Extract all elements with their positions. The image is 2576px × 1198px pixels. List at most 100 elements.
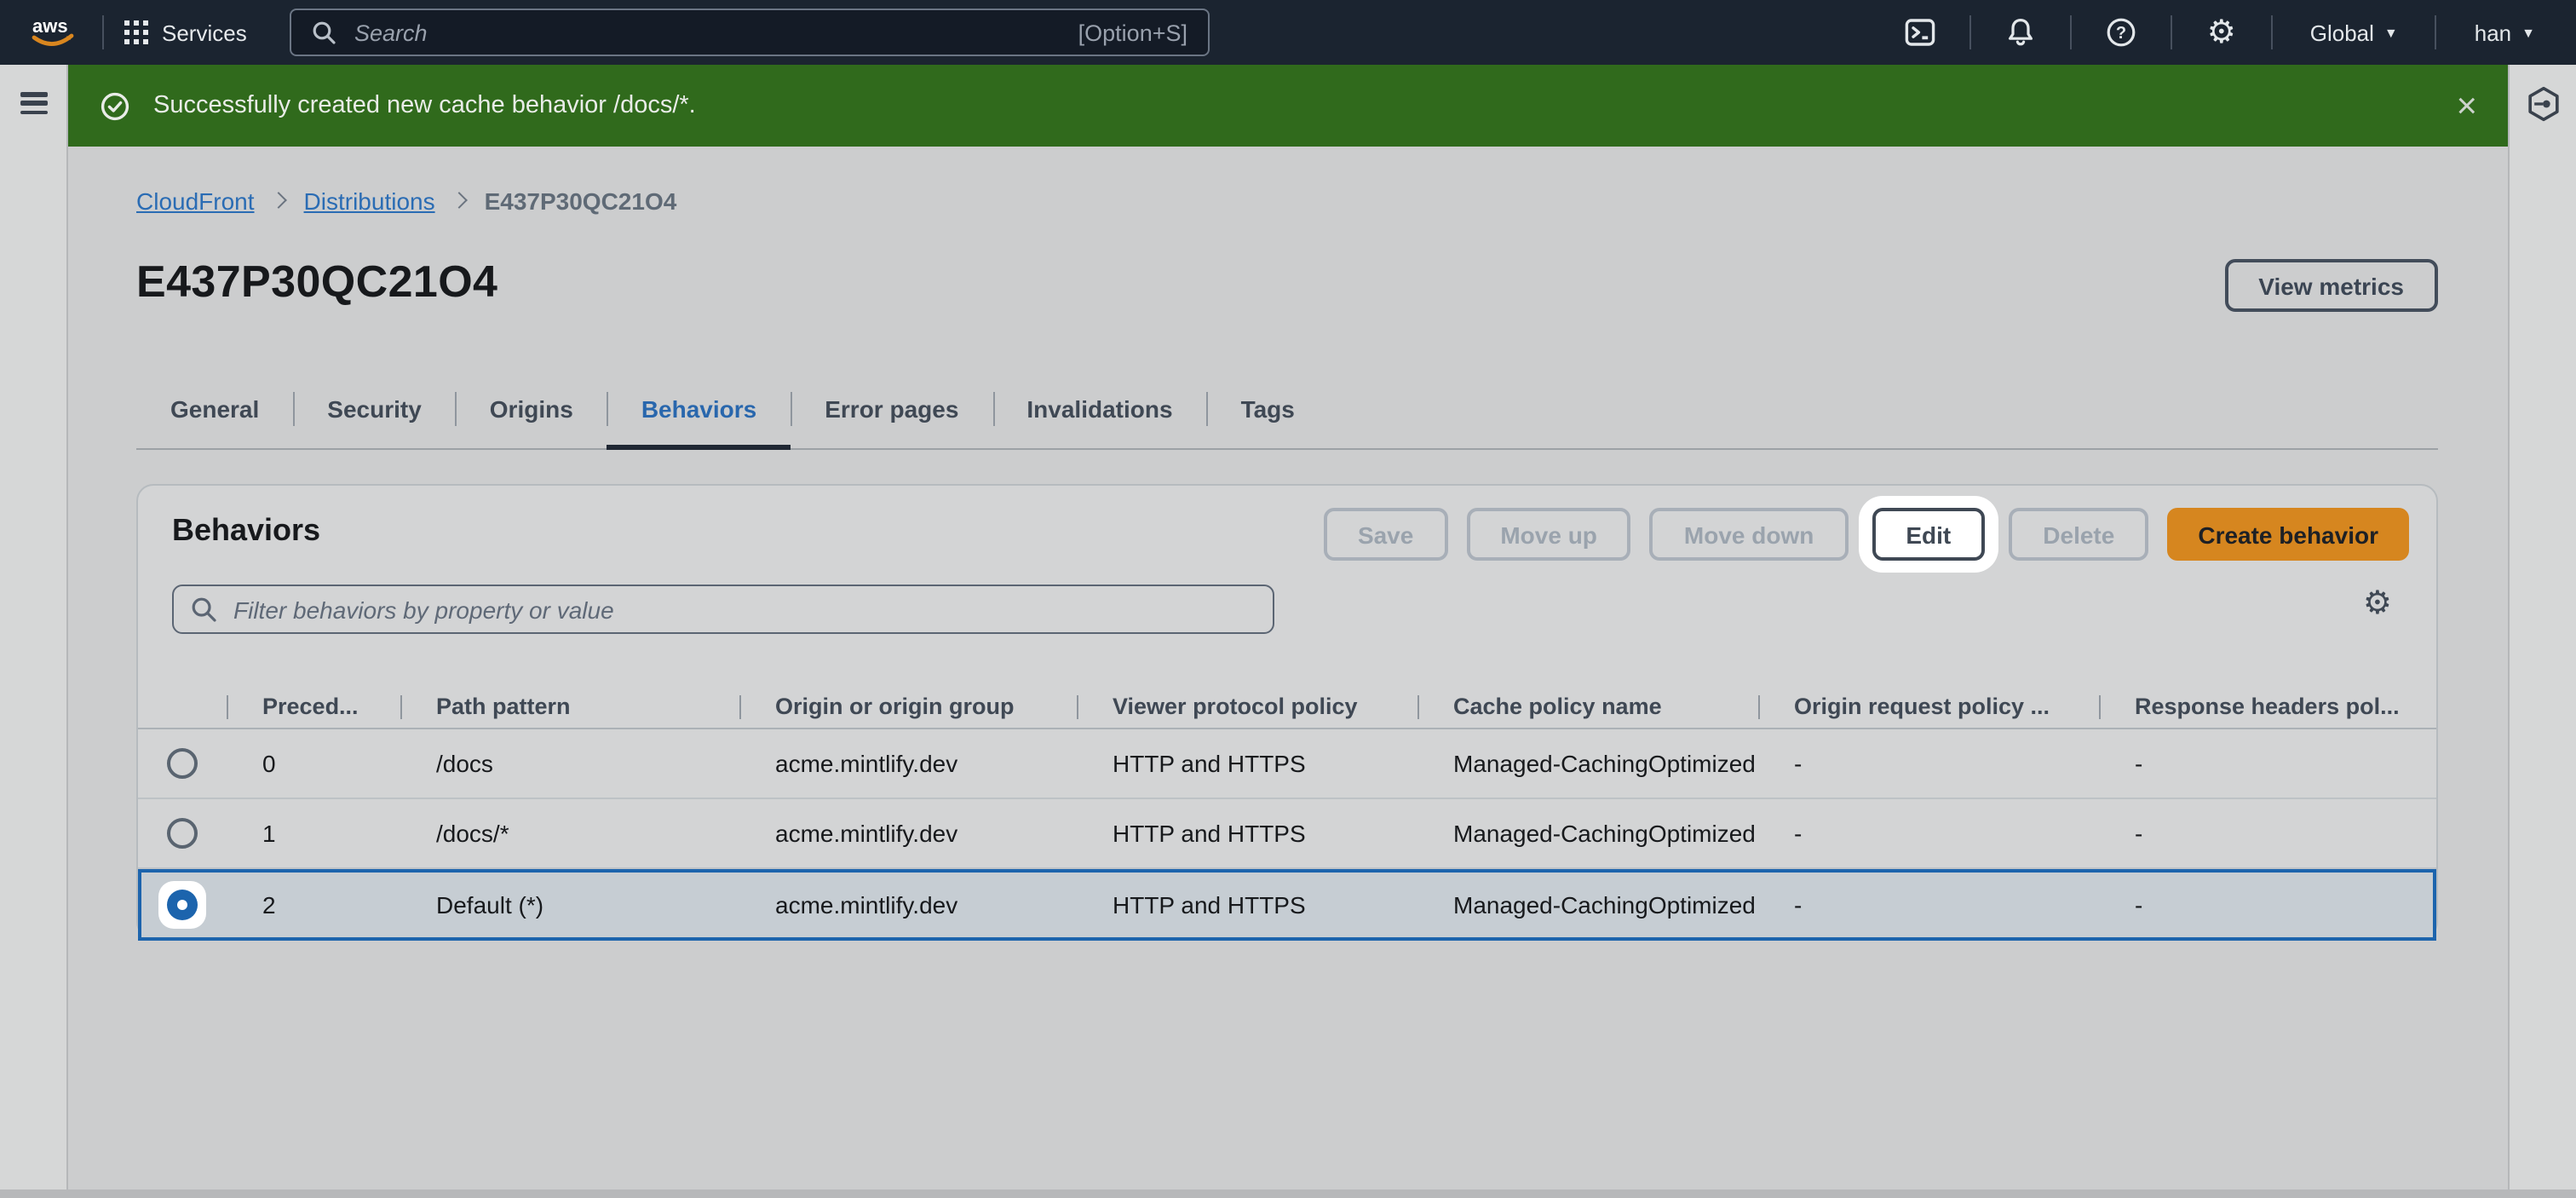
services-menu-button[interactable]: Services (124, 20, 247, 45)
tab-general[interactable]: General (136, 368, 293, 448)
chevron-down-icon: ▼ (2384, 25, 2398, 40)
tab-origins[interactable]: Origins (456, 368, 607, 448)
top-navigation-bar: aws Services (0, 0, 2576, 65)
col-origin: Origin or origin group (739, 693, 1077, 718)
breadcrumb-cloudfront[interactable]: CloudFront (136, 187, 255, 215)
cloudshell-button[interactable] (1891, 0, 1949, 65)
bell-icon (2005, 17, 2036, 48)
edit-button-highlight: Edit (1858, 496, 1998, 573)
cell-viewer-protocol: HTTP and HTTPS (1077, 750, 1417, 777)
cell-response-headers-policy: - (2099, 820, 2436, 847)
move-up-button[interactable]: Move up (1466, 508, 1631, 561)
cell-response-headers-policy: - (2099, 750, 2436, 777)
window-bottom-edge (0, 1189, 2576, 1198)
cell-path-pattern: /docs/* (400, 820, 739, 847)
create-behavior-button[interactable]: Create behavior (2167, 508, 2409, 561)
hexagon-icon[interactable] (2526, 85, 2560, 123)
topbar-divider (102, 15, 104, 49)
cell-path-pattern: /docs (400, 750, 739, 777)
aws-logo[interactable]: aws (24, 10, 82, 55)
user-label: han (2475, 20, 2511, 45)
breadcrumb-current: E437P30QC21O4 (485, 187, 677, 215)
table-row-selected[interactable]: 2 Default (*) acme.mintlify.dev HTTP and… (138, 869, 2436, 941)
check-circle-icon (101, 91, 129, 120)
region-label: Global (2310, 20, 2374, 45)
col-path-pattern: Path pattern (400, 693, 739, 718)
delete-button[interactable]: Delete (2009, 508, 2148, 561)
topbar-divider (2435, 15, 2437, 49)
notifications-button[interactable] (1992, 0, 2050, 65)
table-row[interactable]: 1 /docs/* acme.mintlify.dev HTTP and HTT… (138, 799, 2436, 869)
flashbar-message: Successfully created new cache behavior … (153, 92, 696, 119)
col-origin-request-policy: Origin request policy ... (1758, 693, 2099, 718)
right-sidebar-collapsed (2508, 65, 2576, 1198)
edit-button[interactable]: Edit (1872, 508, 1985, 561)
filter-field[interactable] (172, 585, 1274, 634)
action-buttons: Save Move up Move down Edit Delete Creat… (1324, 508, 2409, 561)
gear-icon: ⚙ (2207, 16, 2236, 49)
breadcrumb: CloudFront Distributions E437P30QC21O4 (136, 187, 676, 215)
cell-precedence: 2 (227, 891, 400, 919)
table-row[interactable]: 0 /docs acme.mintlify.dev HTTP and HTTPS… (138, 729, 2436, 799)
tab-invalidations[interactable]: Invalidations (992, 368, 1206, 448)
region-selector[interactable]: Global ▼ (2293, 20, 2415, 45)
topbar-divider (1969, 15, 1971, 49)
page-title: E437P30QC21O4 (136, 256, 497, 308)
cell-origin: acme.mintlify.dev (739, 750, 1077, 777)
row-radio-unchecked[interactable] (167, 748, 198, 779)
panel-heading: Behaviors (172, 513, 320, 549)
row-radio-checked[interactable] (167, 890, 198, 920)
behaviors-table: Preced... Path pattern Origin or origin … (138, 683, 2436, 941)
svg-text:?: ? (2116, 24, 2126, 43)
cell-origin-request-policy: - (1758, 820, 2099, 847)
main-content: CloudFront Distributions E437P30QC21O4 E… (136, 147, 2438, 1198)
chevron-right-icon (271, 192, 288, 209)
magnifier-icon (191, 596, 216, 622)
table-header-row: Preced... Path pattern Origin or origin … (138, 683, 2436, 729)
global-search[interactable]: [Option+S] (290, 9, 1210, 56)
col-response-headers-policy: Response headers pol... (2099, 693, 2436, 718)
left-sidebar-collapsed (0, 65, 68, 1198)
cell-origin-request-policy: - (1758, 750, 2099, 777)
behaviors-panel: Behaviors Save Move up Move down Edit De… (136, 484, 2438, 939)
settings-button[interactable]: ⚙ (2193, 0, 2251, 65)
tab-behaviors[interactable]: Behaviors (607, 368, 791, 448)
user-menu[interactable]: han ▼ (2458, 20, 2552, 45)
help-button[interactable]: ? (2092, 0, 2150, 65)
hamburger-icon[interactable] (20, 92, 47, 114)
breadcrumb-distributions[interactable]: Distributions (304, 187, 435, 215)
topbar-divider (2171, 15, 2172, 49)
cell-precedence: 1 (227, 820, 400, 847)
tab-bar: General Security Origins Behaviors Error… (136, 368, 2438, 450)
col-cache-policy-name: Cache policy name (1417, 693, 1758, 718)
cell-viewer-protocol: HTTP and HTTPS (1077, 820, 1417, 847)
move-down-button[interactable]: Move down (1650, 508, 1848, 561)
preferences-gear-icon[interactable]: ⚙ (2363, 588, 2392, 620)
save-button[interactable]: Save (1324, 508, 1447, 561)
filter-input[interactable] (230, 594, 1256, 625)
svg-text:aws: aws (32, 15, 68, 37)
cell-origin: acme.mintlify.dev (739, 891, 1077, 919)
cloudshell-terminal-icon (1905, 17, 1935, 48)
close-icon[interactable]: × (2456, 65, 2477, 147)
tab-error-pages[interactable]: Error pages (791, 368, 992, 448)
view-metrics-button[interactable]: View metrics (2224, 259, 2438, 312)
cell-precedence: 0 (227, 750, 400, 777)
search-input[interactable] (351, 18, 1078, 47)
tab-security[interactable]: Security (293, 368, 456, 448)
cell-origin: acme.mintlify.dev (739, 820, 1077, 847)
cell-cache-policy: Managed-CachingOptimized (1417, 891, 1758, 919)
cell-cache-policy: Managed-CachingOptimized (1417, 820, 1758, 847)
magnifier-icon (312, 20, 336, 44)
chevron-down-icon: ▼ (2521, 25, 2535, 40)
topbar-divider (2271, 15, 2273, 49)
col-precedence: Preced... (227, 693, 400, 718)
services-label: Services (162, 20, 247, 45)
cell-response-headers-policy: - (2099, 891, 2436, 919)
topbar-divider (2070, 15, 2072, 49)
aws-console-window: aws Services (0, 0, 2576, 1198)
row-radio-unchecked[interactable] (167, 818, 198, 849)
tab-tags[interactable]: Tags (1207, 368, 1329, 448)
cell-cache-policy: Managed-CachingOptimized (1417, 750, 1758, 777)
search-shortcut-hint: [Option+S] (1078, 20, 1187, 45)
